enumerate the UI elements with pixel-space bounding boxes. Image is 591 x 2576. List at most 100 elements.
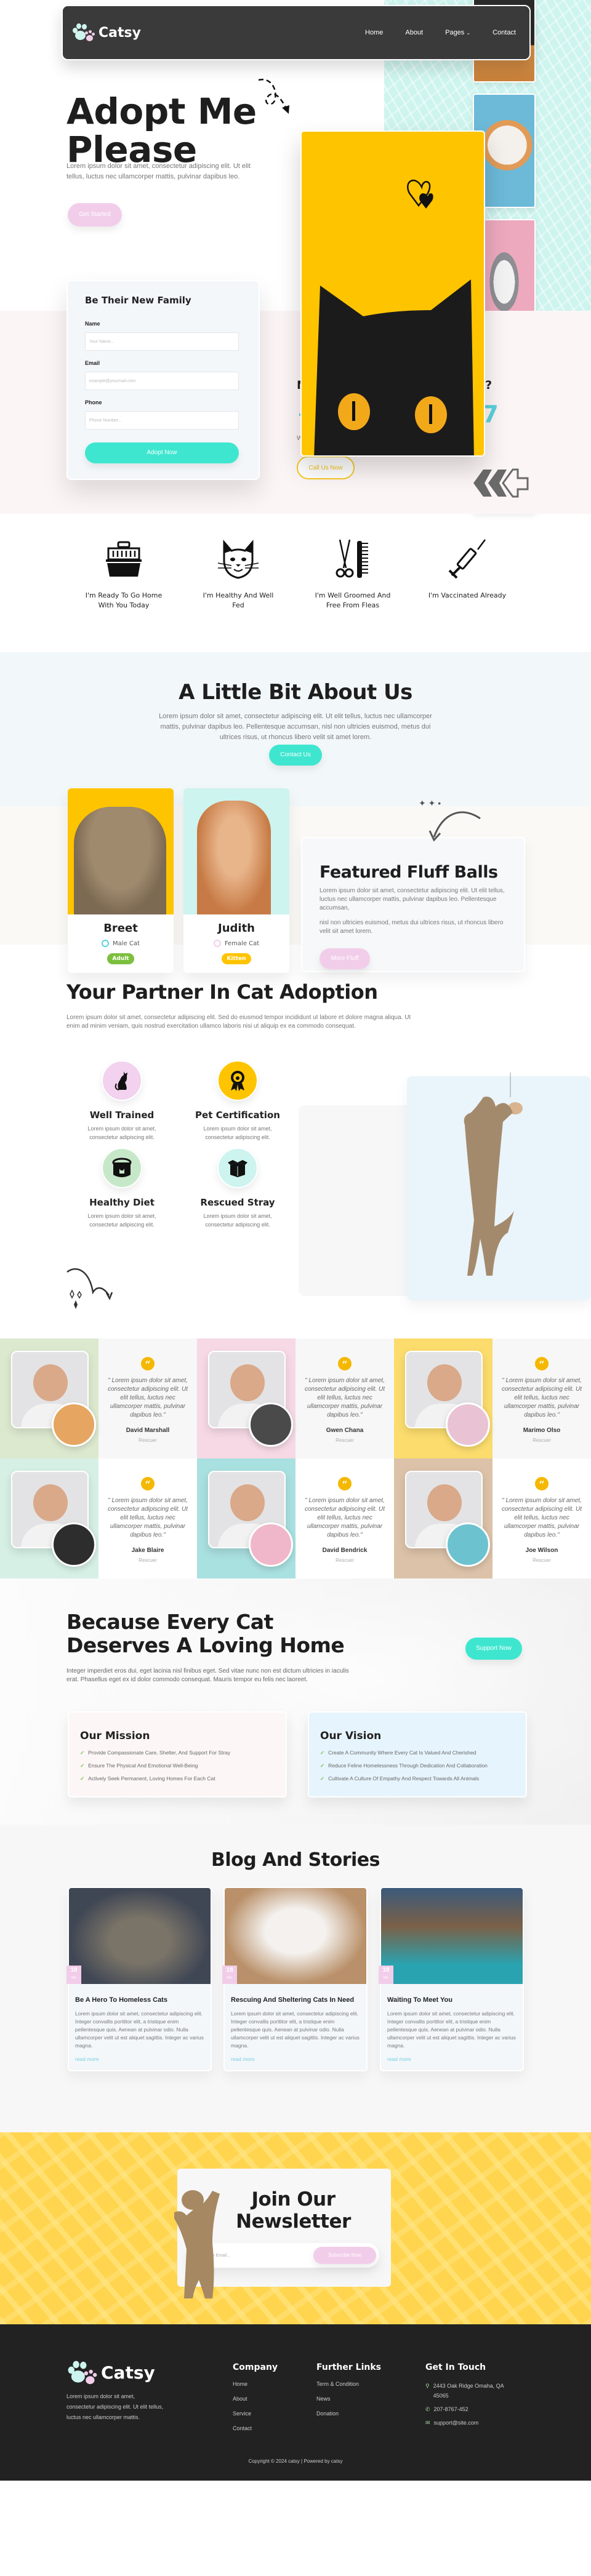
contact-us-button[interactable]: Contact Us [269, 745, 322, 766]
testimonial-quote-cell: “ " Lorem ipsum dolor sit amet, consectet… [492, 1458, 591, 1578]
footer-link-terms[interactable]: Term & Condition [316, 2381, 381, 2387]
brand-logo[interactable]: Catsy [71, 23, 141, 42]
testimonial-quote-cell: “ " Lorem ipsum dolor sit amet, consectet… [98, 1338, 197, 1458]
newsletter-section: Join OurNewsletter Enter Your Email... S… [0, 2132, 591, 2324]
blog-post-card[interactable]: 18 Mar Be A Hero To Homeless Cats Lorem i… [66, 1887, 212, 2071]
footer-email[interactable]: ✉ support@site.com [425, 2418, 518, 2428]
nav-link-about[interactable]: About [405, 29, 423, 36]
footer-phone-text: 207-8767-452 [433, 2406, 468, 2412]
mission-title-line1: Because Every Cat [66, 1610, 273, 1634]
check-icon: ✓ [320, 1750, 325, 1756]
mission-text: Integer imperdiet eros dui, eget lacinia… [66, 1668, 349, 1683]
paw-logo-icon [71, 23, 95, 42]
read-more-link[interactable]: read more [231, 2056, 366, 2062]
mission-section: Because Every Cat Deserves A Loving Home … [0, 1578, 591, 1825]
mission-title: Because Every Cat Deserves A Loving Home [66, 1610, 345, 1657]
cat-card-breet[interactable]: Breet Male Cat Adult [68, 788, 174, 973]
post-date-month: Mar [71, 1976, 77, 1980]
blog-post-excerpt: Lorem ipsum dolor sit amet, consectetur … [231, 2010, 360, 2049]
mission-item-text: Ensure The Physical And Emotional Well-B… [88, 1762, 198, 1769]
copyright: Copyright © 2024 catsy | Powered by cats… [248, 2458, 343, 2464]
blog-post-excerpt: Lorem ipsum dolor sit amet, consectetur … [75, 2010, 204, 2049]
svg-text:✦ ✦ •: ✦ ✦ • [419, 798, 441, 808]
blog-post-excerpt: Lorem ipsum dolor sit amet, consectetur … [387, 2010, 516, 2049]
blog-post-title[interactable]: Be A Hero To Homeless Cats [75, 1996, 211, 2004]
testimonial-photo-cell [197, 1338, 296, 1458]
hero-title-line1: Adopt Me [66, 90, 257, 132]
mission-item: ✓ Provide Compassionate Care, Shelter, An… [80, 1750, 275, 1756]
testimonial-quote-cell: “ " Lorem ipsum dolor sit amet, consectet… [98, 1458, 197, 1578]
blog-post-card[interactable]: 18 Mar Waiting To Meet You Lorem ipsum do… [379, 1887, 524, 2071]
footer-link-about[interactable]: About [233, 2396, 278, 2402]
post-date-month: Mar [383, 1976, 389, 1980]
blog-post-title[interactable]: Waiting To Meet You [387, 1996, 523, 2004]
feature-item: I'm Well Groomed And Free From Fleas [313, 537, 393, 652]
cat-sex: Female Cat [183, 940, 289, 947]
name-label: Name [85, 321, 100, 327]
feature-label: I'm Ready To Go Home With You Today [85, 591, 163, 609]
service-title: Well Trained [89, 1110, 155, 1121]
feature-label: I'm Healthy And Well Fed [203, 591, 274, 609]
quote-icon: “ [535, 1357, 549, 1370]
footer-link-home[interactable]: Home [233, 2381, 278, 2387]
feature-item: I'm Healthy And Well Fed [198, 537, 278, 652]
phone-input[interactable]: Phone Number... [85, 411, 239, 430]
cat-name: Judith [218, 922, 255, 935]
nav-link-pages[interactable]: Pages ⌄ [445, 29, 470, 36]
service-text: Lorem ipsum dolor sit amet, consectetur … [87, 1213, 156, 1228]
pet-carrier-icon [106, 541, 142, 577]
footer-link-service[interactable]: Service [233, 2410, 278, 2417]
name-input[interactable]: Your Name... [85, 332, 239, 351]
check-icon: ✓ [320, 1762, 325, 1769]
testimonial-photo-cell [197, 1458, 296, 1578]
blog-post-title[interactable]: Rescuing And Sheltering Cats In Need [231, 1996, 366, 2004]
footer-phone[interactable]: ✆ 207-8767-452 [425, 2404, 518, 2414]
support-now-button[interactable]: Support Now [465, 1638, 522, 1660]
featured-text-1: Lorem ipsum dolor sit amet, consectetur … [320, 887, 505, 911]
read-more-link[interactable]: read more [387, 2056, 523, 2062]
get-started-button[interactable]: Get Started [68, 203, 122, 226]
blog-title: Blog And Stories [211, 1849, 380, 1871]
service-title: Rescued Stray [200, 1197, 275, 1208]
hero-subtitle: Lorem ipsum dolor sit amet, consectetur … [66, 162, 251, 180]
adopt-now-button[interactable]: Adopt Now [85, 442, 239, 463]
footer-link-donation[interactable]: Donation [316, 2410, 381, 2417]
call-us-now-button[interactable]: Call Us Now [297, 456, 355, 479]
cat-card-judith[interactable]: Judith Female Cat Kitten [183, 788, 289, 973]
blog-post-card[interactable]: 18 Mar Rescuing And Sheltering Cats In Ne… [222, 1887, 368, 2071]
testimonial-quote-cell: “ " Lorem ipsum dolor sit amet, consectet… [296, 1338, 394, 1458]
nav-link-contact[interactable]: Contact [492, 29, 516, 36]
read-more-link[interactable]: read more [75, 2056, 211, 2062]
nav-link-home[interactable]: Home [365, 29, 383, 36]
quote-icon: “ [141, 1477, 155, 1490]
email-input[interactable]: example@yourmail.com [85, 372, 239, 390]
service-text: Lorem ipsum dolor sit amet, consectetur … [203, 1126, 272, 1140]
footer-address: ⚲ 2443 Oak Ridge Omaha, QA 45065 [425, 2381, 518, 2401]
subscribe-now-button[interactable]: Subscribe Now [313, 2247, 376, 2264]
footer-link-news[interactable]: News [316, 2396, 381, 2402]
post-date-badge: 18 Mar [66, 1966, 81, 1984]
partner-section: Your Partner In Cat Adoption Lorem ipsum… [0, 945, 591, 1338]
our-mission-card: Our Mission ✓ Provide Compassionate Care,… [68, 1711, 287, 1798]
footer-about: Catsy Lorem ipsum dolor sit amet, consec… [66, 2361, 165, 2423]
scissors-comb-icon [336, 539, 368, 578]
mail-icon: ✉ [425, 2420, 430, 2426]
testimonial-name: Jake Blaire [131, 1547, 164, 1554]
footer-column-title: Further Links [316, 2362, 381, 2372]
vision-item: ✓ Reduce Feline Homelessness Through Dedi… [320, 1762, 515, 1769]
phone-label: Phone [85, 399, 102, 406]
top-navbar: Catsy Home About Pages ⌄ Contact [62, 5, 531, 60]
footer-link-contact[interactable]: Contact [233, 2425, 278, 2431]
swoosh-arrow-icon: ✦ ✦ • [419, 798, 481, 842]
post-date-day: 18 [382, 1967, 390, 1974]
jumping-cat-image [464, 1073, 523, 1276]
footer-brand-logo[interactable]: Catsy [66, 2361, 165, 2384]
cat-photo [68, 788, 174, 914]
adoption-form: Be Their New Family Name Your Name... Em… [66, 280, 260, 480]
arrows-left-icon [473, 468, 529, 498]
hearts-icon [407, 180, 433, 209]
testimonial-quote: " Lorem ipsum dolor sit amet, consectetu… [501, 1497, 582, 1538]
blog-post-image: 18 Mar [222, 1888, 366, 1984]
footer-column-title: Company [233, 2362, 278, 2372]
more-fluff-button[interactable]: More Fluff [320, 948, 370, 969]
